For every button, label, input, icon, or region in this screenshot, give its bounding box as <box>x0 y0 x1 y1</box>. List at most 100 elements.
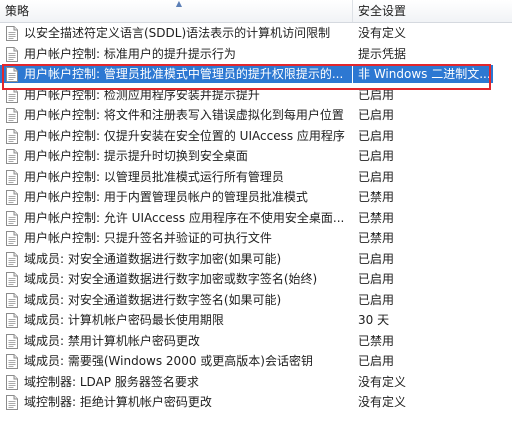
security-setting-value: 已启用 <box>358 149 395 163</box>
policy-name-cell: 域成员: 计算机帐户密码最长使用期限 <box>0 311 352 329</box>
policy-name: 用户帐户控制: 将文件和注册表写入错误虚拟化到每用户位置 <box>24 108 344 122</box>
policy-name: 用户帐户控制: 用于内置管理员帐户的管理员批准模式 <box>24 190 308 204</box>
policy-name-cell: 用户帐户控制: 将文件和注册表写入错误虚拟化到每用户位置 <box>0 106 352 124</box>
security-setting-value: 已禁用 <box>358 231 395 245</box>
policy-name: 用户帐户控制: 以管理员批准模式运行所有管理员 <box>24 169 284 184</box>
policy-row[interactable]: 用户帐户控制: 只提升签名并验证的可执行文件 已禁用 <box>0 228 512 249</box>
policy-name-cell: 域控制器: LDAP 服务器签名要求 <box>0 373 352 391</box>
security-setting-cell: 没有定义 <box>353 393 493 411</box>
policy-row[interactable]: 用户帐户控制: 提示提升时切换到安全桌面 已启用 <box>0 146 512 167</box>
policy-row[interactable]: 域成员: 需要强(Windows 2000 或更高版本)会话密钥 已启用 <box>0 351 512 372</box>
security-setting-value: 已启用 <box>358 128 395 143</box>
security-setting-value: 已启用 <box>358 292 395 307</box>
security-setting-cell: 30 天 <box>353 311 493 329</box>
security-setting-value: 已禁用 <box>358 333 395 348</box>
security-setting-value: 已禁用 <box>358 210 395 225</box>
policy-document-icon <box>5 67 19 82</box>
policy-row[interactable]: 用户帐户控制: 标准用户的提升提示行为 提示凭据 <box>0 44 512 65</box>
policy-name-cell: 域成员: 禁用计算机帐户密码更改 <box>0 332 352 350</box>
security-setting-value: 已启用 <box>358 354 395 368</box>
security-setting-cell: 已启用 <box>353 352 493 370</box>
policy-name: 域成员: 对安全通道数据进行数字加密或数字签名(始终) <box>24 272 318 286</box>
policy-row[interactable]: 以安全描述符定义语言(SDDL)语法表示的计算机访问限制 没有定义 <box>0 23 512 44</box>
security-setting-value: 已启用 <box>358 251 395 266</box>
policy-document-icon <box>5 210 19 226</box>
policy-document-icon <box>5 251 19 267</box>
policy-name-cell: 域成员: 对安全通道数据进行数字签名(如果可能) <box>0 291 352 309</box>
policy-name-cell: 域成员: 对安全通道数据进行数字加密或数字签名(始终) <box>0 270 352 288</box>
policy-name-cell: 用户帐户控制: 只提升签名并验证的可执行文件 <box>0 229 352 247</box>
policy-document-icon <box>5 128 19 144</box>
policy-document-icon <box>5 149 19 164</box>
policy-name-cell: 用户帐户控制: 标准用户的提升提示行为 <box>0 45 352 63</box>
policy-name: 域控制器: LDAP 服务器签名要求 <box>24 374 199 389</box>
security-setting-cell: 已启用 <box>353 86 493 104</box>
policy-name-cell: 用户帐户控制: 提示提升时切换到安全桌面 <box>0 147 352 165</box>
security-setting-value: 没有定义 <box>358 395 407 409</box>
security-setting-cell: 没有定义 <box>353 24 493 42</box>
policy-row[interactable]: 用户帐户控制: 允许 UIAccess 应用程序在不使用安全桌面... 已禁用 <box>0 208 512 229</box>
policy-name-cell: 域成员: 对安全通道数据进行数字加密(如果可能) <box>0 250 352 268</box>
security-setting-cell: 没有定义 <box>353 373 493 391</box>
policy-name: 用户帐户控制: 仅提升安装在安全位置的 UIAccess 应用程序 <box>24 128 345 143</box>
policy-name: 域成员: 需要强(Windows 2000 或更高版本)会话密钥 <box>24 354 313 368</box>
policy-document-icon <box>5 46 19 62</box>
policy-name-cell: 用户帐户控制: 以管理员批准模式运行所有管理员 <box>0 168 352 186</box>
column-header-security-setting[interactable]: 安全设置 <box>353 0 512 22</box>
security-setting-value: 已启用 <box>358 169 395 184</box>
policy-name: 域成员: 对安全通道数据进行数字签名(如果可能) <box>24 292 282 307</box>
policy-name-cell: 用户帐户控制: 检测应用程序安装并提示提升 <box>0 86 352 104</box>
policy-row[interactable]: 域成员: 计算机帐户密码最长使用期限 30 天 <box>0 310 512 331</box>
policy-name: 用户帐户控制: 管理员批准模式中管理员的提升权限提示的... <box>24 67 344 81</box>
policy-document-icon <box>5 190 19 205</box>
security-setting-cell: 已启用 <box>353 168 493 186</box>
policy-document-icon <box>5 87 19 103</box>
policy-document-icon <box>5 374 19 390</box>
security-setting-cell: 已启用 <box>353 270 493 288</box>
policy-document-icon <box>5 26 19 41</box>
policy-row[interactable]: 用户帐户控制: 检测应用程序安装并提示提升 已启用 <box>0 85 512 106</box>
policy-name-cell: 域成员: 需要强(Windows 2000 或更高版本)会话密钥 <box>0 352 352 370</box>
policy-name-cell: 用户帐户控制: 仅提升安装在安全位置的 UIAccess 应用程序 <box>0 127 352 145</box>
security-setting-cell: 已启用 <box>353 127 493 145</box>
security-setting-cell: 已启用 <box>353 106 493 124</box>
security-setting-value: 已启用 <box>358 272 395 286</box>
policy-name: 用户帐户控制: 允许 UIAccess 应用程序在不使用安全桌面... <box>24 210 345 225</box>
policy-document-icon <box>5 231 19 246</box>
policy-document-icon <box>5 272 19 287</box>
policy-name: 用户帐户控制: 标准用户的提升提示行为 <box>24 46 236 61</box>
column-header-setting-label: 安全设置 <box>358 4 407 18</box>
policy-name-cell: 域控制器: 拒绝计算机帐户密码更改 <box>0 393 352 411</box>
policy-document-icon <box>5 292 19 308</box>
policy-row[interactable]: 域成员: 对安全通道数据进行数字加密(如果可能) 已启用 <box>0 249 512 270</box>
policy-document-icon <box>5 395 19 410</box>
security-setting-cell: 已禁用 <box>353 209 493 227</box>
policy-row[interactable]: 用户帐户控制: 以管理员批准模式运行所有管理员 已启用 <box>0 167 512 188</box>
policy-name-cell: 用户帐户控制: 用于内置管理员帐户的管理员批准模式 <box>0 188 352 206</box>
security-setting-value: 30 天 <box>358 313 390 327</box>
policy-row[interactable]: 域控制器: LDAP 服务器签名要求 没有定义 <box>0 372 512 393</box>
policy-row[interactable]: 域成员: 对安全通道数据进行数字加密或数字签名(始终) 已启用 <box>0 269 512 290</box>
policy-row[interactable]: 用户帐户控制: 将文件和注册表写入错误虚拟化到每用户位置 已启用 <box>0 105 512 126</box>
policy-name: 域控制器: 拒绝计算机帐户密码更改 <box>24 395 212 409</box>
security-setting-value: 提示凭据 <box>358 46 407 61</box>
policy-row[interactable]: 用户帐户控制: 用于内置管理员帐户的管理员批准模式 已禁用 <box>0 187 512 208</box>
policy-row[interactable]: 用户帐户控制: 管理员批准模式中管理员的提升权限提示的... 非 Windows … <box>0 64 512 85</box>
security-setting-cell: 非 Windows 二进制文... <box>353 65 493 83</box>
security-setting-cell: 已禁用 <box>353 229 493 247</box>
policy-row[interactable]: 域成员: 对安全通道数据进行数字签名(如果可能) 已启用 <box>0 290 512 311</box>
security-setting-value: 已启用 <box>358 87 395 102</box>
policy-rows: 以安全描述符定义语言(SDDL)语法表示的计算机访问限制 没有定义 用户帐户控制: … <box>0 23 512 413</box>
policy-document-icon <box>5 354 19 369</box>
policy-row[interactable]: 用户帐户控制: 仅提升安装在安全位置的 UIAccess 应用程序 已启用 <box>0 126 512 147</box>
policy-document-icon <box>5 333 19 349</box>
security-setting-value: 已禁用 <box>358 190 395 204</box>
security-setting-cell: 已启用 <box>353 291 493 309</box>
security-setting-value: 非 Windows 二进制文... <box>358 67 491 81</box>
policy-document-icon <box>5 108 19 123</box>
column-header-bar: 策略 ▲ 安全设置 <box>0 0 512 23</box>
policy-name: 以安全描述符定义语言(SDDL)语法表示的计算机访问限制 <box>24 26 331 40</box>
security-setting-cell: 提示凭据 <box>353 45 493 63</box>
policy-row[interactable]: 域成员: 禁用计算机帐户密码更改 已禁用 <box>0 331 512 352</box>
policy-row[interactable]: 域控制器: 拒绝计算机帐户密码更改 没有定义 <box>0 392 512 413</box>
